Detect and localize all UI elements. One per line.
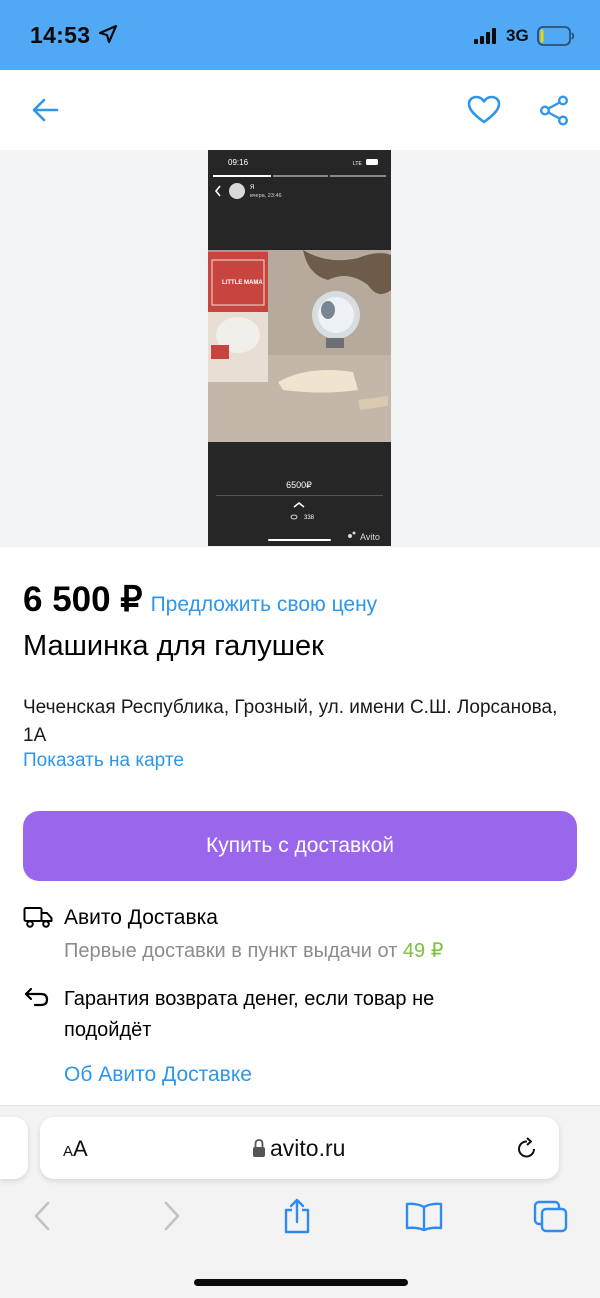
status-time: 14:53 [30, 22, 91, 48]
listing-photo-image: 09:16 LTE Я вчера, 23:46 LITTLE MAMA 650… [208, 150, 391, 546]
delivery-min-price: 49 ₽ [402, 940, 444, 962]
text-size-button[interactable]: AA [63, 1136, 88, 1162]
previous-tab-preview[interactable] [0, 1117, 28, 1179]
network-type: 3G [506, 26, 529, 45]
status-bar: 14:53 3G [0, 0, 600, 70]
return-arrow-icon [24, 987, 49, 1007]
browser-share-icon[interactable] [282, 1197, 312, 1235]
share-icon[interactable] [539, 95, 569, 126]
price-row: 6 500 ₽ Предложить свою цену [23, 580, 583, 624]
tabs-icon[interactable] [533, 1200, 569, 1234]
about-avito-delivery-link[interactable]: Об Авито Доставке [64, 1063, 252, 1087]
offer-price-link[interactable]: Предложить свою цену [151, 593, 378, 616]
show-on-map-link[interactable]: Показать на карте [23, 750, 184, 772]
back-arrow-icon[interactable] [30, 96, 60, 124]
buy-with-delivery-button[interactable]: Купить с доставкой [23, 811, 577, 881]
browser-forward-icon[interactable] [162, 1200, 182, 1232]
photo-user-name: Я [250, 185, 254, 191]
address: Чеченская Республика, Грозный, ул. имени… [23, 697, 558, 746]
price: 6 500 ₽ [23, 580, 143, 619]
photo-price: 6500₽ [286, 480, 312, 490]
photo-network: LTE [353, 161, 362, 167]
bookmarks-icon[interactable] [405, 1202, 443, 1232]
url-text: avito.ru [270, 1135, 346, 1161]
photo-views: 338 [304, 515, 315, 521]
delivery-title: Авито Доставка [64, 906, 218, 929]
photo-box-text: LITTLE MAMA [222, 280, 263, 286]
battery-icon [537, 26, 575, 46]
photo-user-time: вчера, 23:46 [250, 193, 282, 199]
photo-watermark: Avito [360, 532, 380, 542]
photo-time: 09:16 [228, 158, 249, 167]
listing-title: Машинка для галушек [23, 630, 324, 662]
signal-icon [474, 28, 496, 44]
listing-photo[interactable]: 09:16 LTE Я вчера, 23:46 LITTLE MAMA 650… [208, 150, 391, 546]
delivery-subtitle: Первые доставки в пункт выдачи от 49 ₽ [64, 938, 443, 963]
browser-back-icon[interactable] [32, 1200, 52, 1232]
reload-icon[interactable] [515, 1137, 539, 1161]
home-indicator [194, 1279, 408, 1286]
text-size-large-a: A [73, 1136, 88, 1161]
app-header [0, 70, 600, 150]
location-arrow-icon [98, 24, 118, 44]
address-bar[interactable]: AA avito.ru [40, 1117, 559, 1179]
heart-icon[interactable] [467, 95, 501, 125]
buy-button-label: Купить с доставкой [205, 834, 395, 857]
delivery-truck-icon [23, 907, 53, 928]
text-size-small-a: A [63, 1143, 74, 1160]
delivery-subtitle-text: Первые доставки в пункт выдачи от [64, 940, 398, 962]
lock-icon [253, 1139, 265, 1157]
money-back-guarantee: Гарантия возврата денег, если товар не п… [64, 988, 435, 1041]
